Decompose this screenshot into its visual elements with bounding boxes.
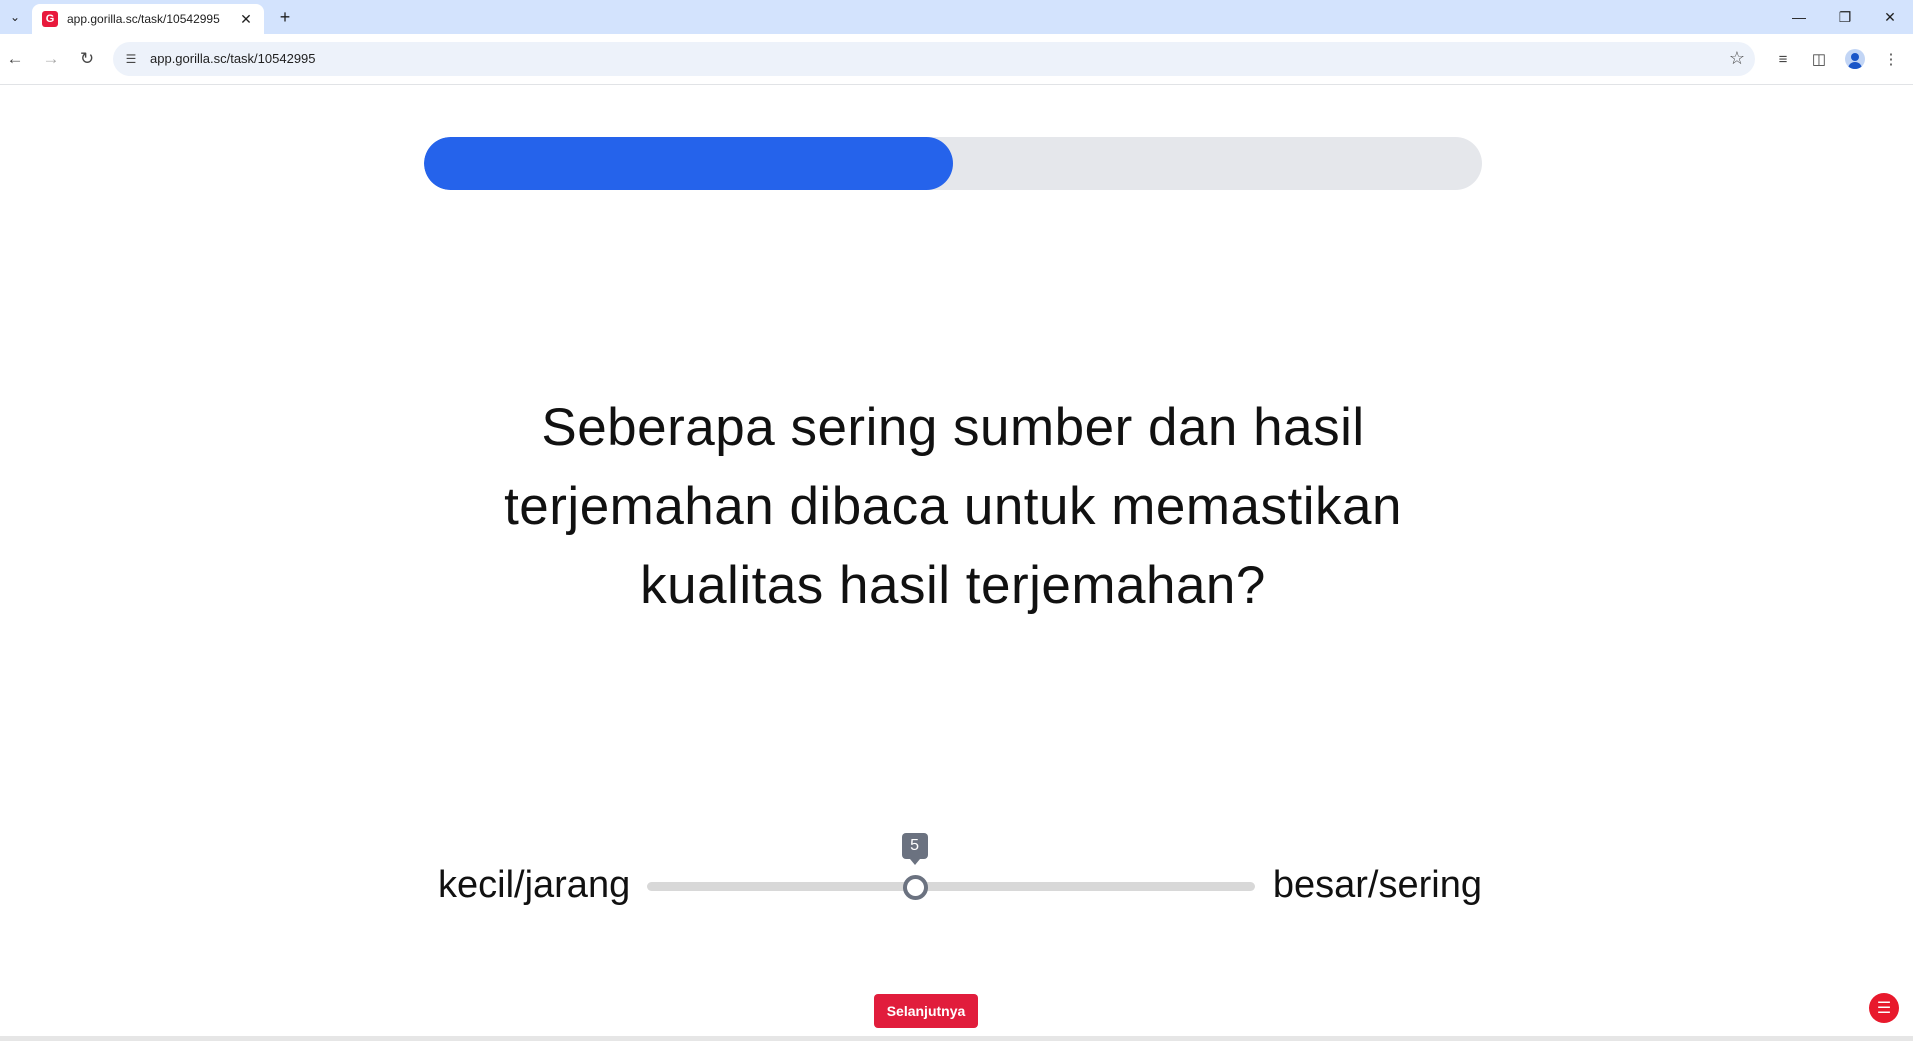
tune-icon[interactable]: ☰ [121, 49, 141, 69]
question-text: Seberapa sering sumber dan hasil terjema… [504, 398, 1402, 615]
slider-thumb[interactable] [902, 875, 928, 900]
close-window-icon[interactable]: ✕ [1867, 0, 1913, 34]
profile-avatar[interactable] [1843, 47, 1867, 71]
progress-bar-fill [424, 137, 953, 190]
avatar-icon [1845, 49, 1865, 69]
tab-strip: ⌄ G app.gorilla.sc/task/10542995 ✕ + — ❐… [0, 0, 1913, 34]
restore-icon[interactable]: ❐ [1822, 0, 1868, 34]
minimize-icon[interactable]: — [1776, 0, 1822, 34]
reload-icon[interactable]: ↻ [74, 46, 100, 72]
hamburger-menu-icon[interactable]: ☰ [1869, 993, 1899, 1023]
browser-tab[interactable]: G app.gorilla.sc/task/10542995 ✕ [32, 4, 264, 34]
slider-value-tooltip: 5 [901, 833, 928, 865]
side-panel-icon[interactable]: ◫ [1807, 47, 1831, 71]
close-icon[interactable]: ✕ [238, 11, 254, 28]
address-bar[interactable]: ☰ app.gorilla.sc/task/10542995 ☆ [113, 42, 1755, 76]
media-queue-icon[interactable]: ≡ [1771, 47, 1795, 71]
chevron-down-icon[interactable]: ⌄ [4, 6, 26, 28]
progress-bar [424, 137, 1482, 190]
plus-icon[interactable]: + [274, 6, 296, 28]
star-icon[interactable]: ☆ [1729, 48, 1745, 69]
kebab-menu-icon[interactable]: ⋮ [1879, 47, 1903, 71]
slider-max-label: besar/sering [1272, 864, 1482, 906]
next-button[interactable]: Selanjutnya [874, 994, 978, 1028]
bottom-strip [0, 1036, 1913, 1041]
forward-arrow-icon[interactable]: → [38, 46, 64, 72]
back-arrow-icon[interactable]: ← [2, 46, 28, 72]
tab-title: app.gorilla.sc/task/10542995 [67, 12, 220, 26]
gorilla-favicon-icon: G [42, 11, 58, 27]
rating-slider[interactable]: 5 [647, 833, 1255, 900]
rating-slider-row: kecil/jarang 5 besar/sering [424, 833, 1482, 916]
slider-min-label: kecil/jarang [438, 864, 631, 906]
browser-toolbar: ← → ↻ ☰ app.gorilla.sc/task/10542995 ☆ ≡… [0, 34, 1913, 85]
url-text[interactable]: app.gorilla.sc/task/10542995 [150, 51, 316, 66]
